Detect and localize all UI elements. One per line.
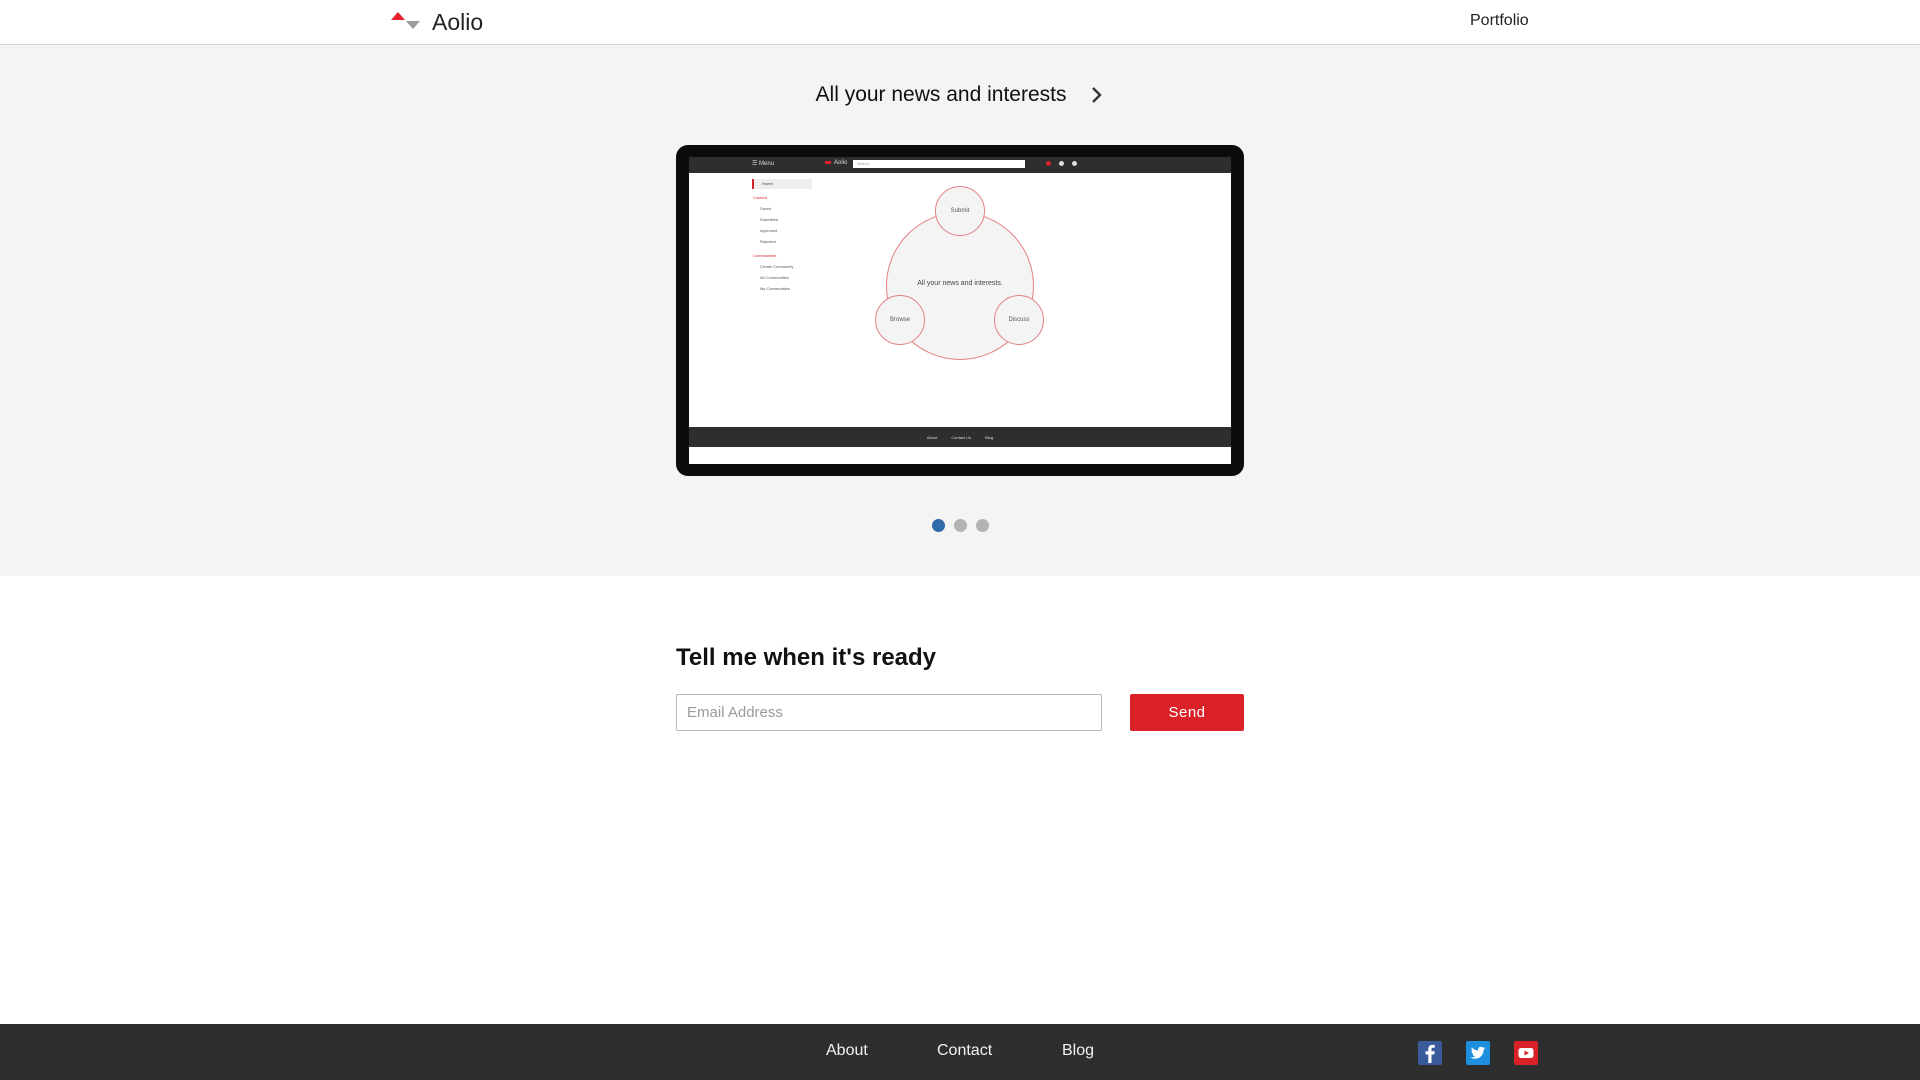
preview-user-icon [1072,161,1077,166]
preview-sidebar-item: My Communities [760,286,790,291]
facebook-icon[interactable] [1418,1041,1442,1065]
preview-search: Search [853,160,1025,168]
preview-footer-link: About [926,434,938,440]
preview-topbar: ☰ Menu Aolio Search [689,157,1231,173]
preview-footer: About Contact Us Blog [689,427,1231,447]
hero-section: All your news and interests ☰ Menu Aolio… [0,45,1920,576]
hero-title: All your news and interests [815,83,1067,106]
chevron-right-icon[interactable] [1090,84,1104,106]
preview-icons [1046,161,1077,166]
carousel-indicators [0,519,1920,532]
preview-sidebar-item: Rejected [760,239,776,244]
preview-notification-icon [1046,161,1051,166]
preview-settings-icon [1059,161,1064,166]
preview-brand: Aolio [825,160,847,166]
device-screen: ☰ Menu Aolio Search Home Content Saved S… [689,157,1231,464]
preview-browse-bubble: Browse [875,295,925,345]
signup-title: Tell me when it's ready [676,644,937,671]
carousel-dot-2[interactable] [953,519,967,532]
preview-sidebar-item: Approved [760,228,778,233]
preview-section-content: Content [753,195,768,200]
brand-link[interactable]: Aolio [390,8,483,36]
preview-footer-link: Blog [985,434,994,440]
preview-sidebar-item: Create Community [760,264,794,269]
site-header: Aolio Portfolio [0,0,1920,45]
preview-menu-label: ☰ Menu [752,161,775,167]
footer-about-link[interactable]: About [826,1042,868,1060]
footer-contact-link[interactable]: Contact [937,1042,992,1060]
preview-sidebar-item: All Communities [760,275,789,280]
send-button[interactable]: Send [1130,694,1244,731]
device-mockup: ☰ Menu Aolio Search Home Content Saved S… [676,145,1244,476]
nav-portfolio-link[interactable]: Portfolio [1470,12,1529,30]
carousel-dot-3[interactable] [975,519,989,532]
email-field[interactable] [676,694,1102,731]
carousel-dot-1[interactable] [931,519,945,532]
preview-footer-link: Contact Us [951,434,972,440]
preview-sidebar-home: Home [752,179,812,189]
youtube-icon[interactable] [1514,1041,1538,1065]
hero-title-row: All your news and interests [0,83,1920,107]
preview-section-communities: Communities [753,253,777,258]
aolio-logo-icon [391,12,420,29]
preview-sidebar-item: Submitted [760,217,779,222]
preview-submit-bubble: Submit [935,186,985,236]
preview-submit-label: Submit [950,208,970,214]
preview-center-text: All your news and interests. [917,280,1003,287]
preview-sidebar-item: Saved [760,206,772,211]
preview-sidebar: Home Content Saved Submitted Approved Re… [752,179,812,294]
twitter-icon[interactable] [1466,1041,1490,1065]
preview-browse-label: Browse [889,317,910,323]
footer-blog-link[interactable]: Blog [1062,1042,1094,1060]
preview-discuss-label: Discuss [1008,317,1030,323]
preview-discuss-bubble: Discuss [994,295,1044,345]
brand-name: Aolio [432,8,484,35]
site-footer: About Contact Blog [0,1024,1920,1080]
